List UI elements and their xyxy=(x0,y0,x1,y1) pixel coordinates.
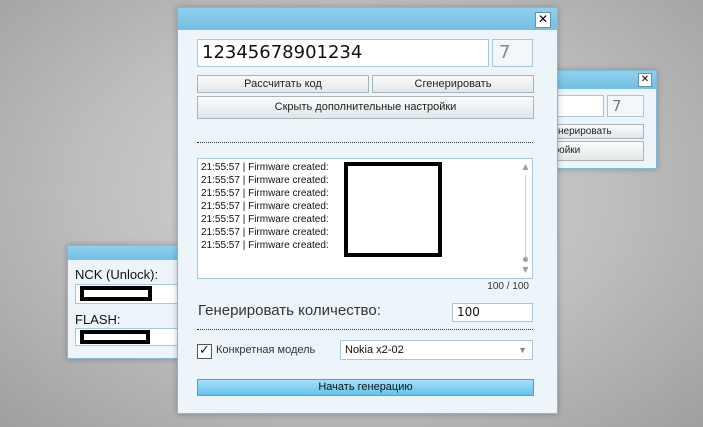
background-check-digit-field[interactable] xyxy=(554,95,604,117)
log-output[interactable]: 21:55:57 | Firmware created: 21:55:57 | … xyxy=(197,158,533,279)
check-digit-display: 7 xyxy=(492,39,533,67)
flash-redaction xyxy=(80,330,150,344)
calculate-code-button[interactable]: Рассчитать код xyxy=(197,75,369,93)
main-window[interactable]: ✕ 12345678901234 7 Рассчитать код Сгенер… xyxy=(177,7,558,414)
background-window-right-close-icon[interactable]: ✕ xyxy=(638,73,652,87)
firmware-redaction-box xyxy=(344,162,442,257)
log-counter: 100 / 100 xyxy=(487,281,529,292)
flash-value-field[interactable] xyxy=(75,328,183,346)
imei-input[interactable]: 12345678901234 xyxy=(197,39,489,67)
quantity-input[interactable]: 100 xyxy=(452,303,533,322)
quantity-label: Генерировать количество: xyxy=(198,302,381,319)
background-window-right[interactable]: ✕ 7 генерировать тройки xyxy=(544,70,657,169)
generate-button[interactable]: Сгенерировать xyxy=(372,75,534,93)
model-select[interactable]: Nokia x2-02 ▼ xyxy=(340,340,533,360)
scroll-up-icon[interactable]: ▲ xyxy=(521,163,530,171)
model-checkbox[interactable]: ✓ xyxy=(197,344,212,359)
chevron-down-icon: ▼ xyxy=(518,345,527,355)
divider-bottom xyxy=(197,329,533,330)
background-generate-button[interactable]: генерировать xyxy=(544,124,644,139)
model-select-value: Nokia x2-02 xyxy=(345,344,404,356)
hide-advanced-settings-button[interactable]: Скрыть дополнительные настройки xyxy=(197,96,534,119)
background-window-left[interactable]: NCK (Unlock): FLASH: xyxy=(67,245,186,359)
main-window-titlebar[interactable] xyxy=(178,8,557,30)
scroll-thumb[interactable] xyxy=(523,257,528,262)
background-check-digit-display: 7 xyxy=(607,95,644,117)
start-generation-button[interactable]: Начать генерацию xyxy=(197,379,534,396)
nck-redaction xyxy=(80,286,152,301)
main-window-close-icon[interactable]: ✕ xyxy=(535,12,551,28)
background-window-left-titlebar[interactable] xyxy=(68,246,185,260)
log-scrollbar[interactable]: ▲ ▼ xyxy=(521,163,530,274)
scroll-down-icon[interactable]: ▼ xyxy=(521,266,530,274)
nck-label: NCK (Unlock): xyxy=(75,267,159,282)
scroll-track[interactable] xyxy=(525,175,526,260)
model-checkbox-label: Конкретная модель xyxy=(216,344,316,356)
flash-label: FLASH: xyxy=(75,312,121,327)
divider-top xyxy=(197,142,533,143)
background-settings-button[interactable]: тройки xyxy=(544,141,644,161)
nck-value-field[interactable] xyxy=(75,284,183,304)
